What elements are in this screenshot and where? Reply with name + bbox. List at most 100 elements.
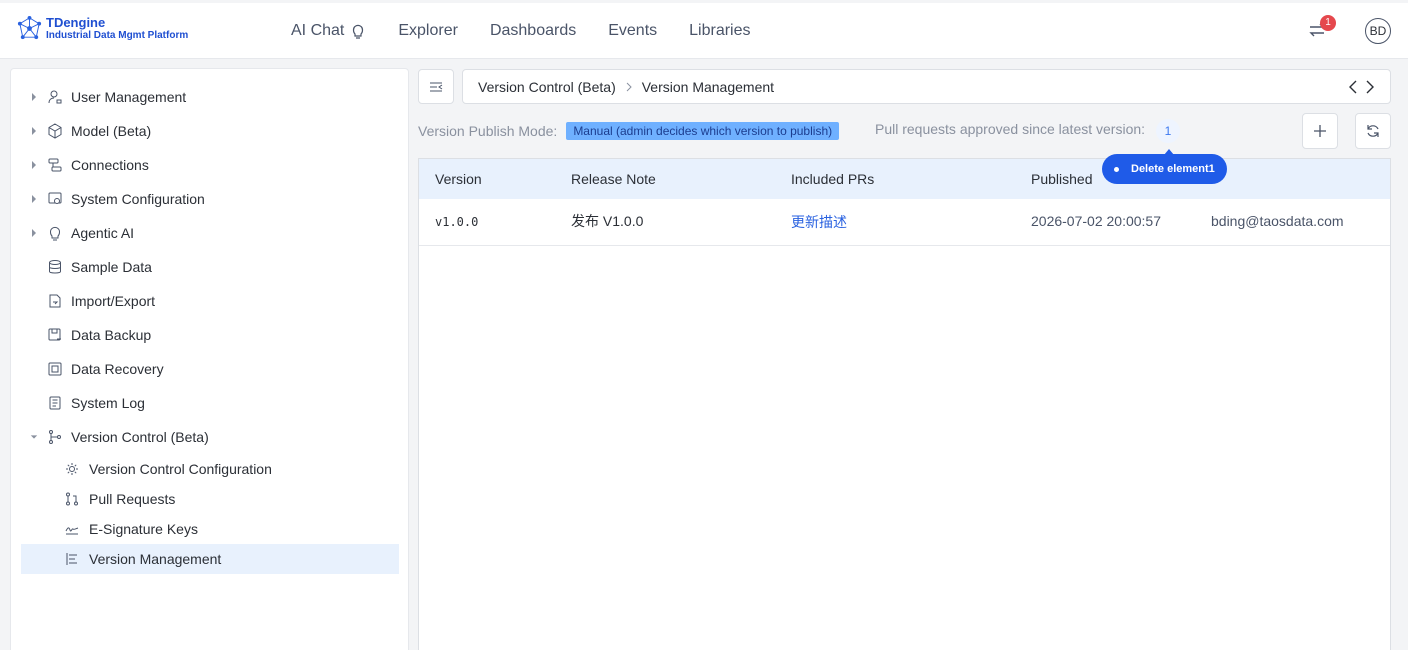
- collapse-sidebar-button[interactable]: [418, 69, 454, 104]
- signature-icon: [65, 527, 79, 535]
- nav-libraries[interactable]: Libraries: [689, 22, 750, 40]
- plus-icon: [1314, 125, 1326, 137]
- sidebar-item-label: Version Management: [89, 551, 222, 567]
- sidebar-subitem-e-signature-keys[interactable]: E-Signature Keys: [11, 514, 399, 544]
- chevron-right-icon[interactable]: [1364, 79, 1376, 95]
- caret-down-icon: [30, 435, 38, 439]
- table-header: Version Release Note Included PRs Publis…: [419, 159, 1390, 199]
- tdengine-logo-icon: [17, 15, 42, 40]
- brand-subtitle: Industrial Data Mgmt Platform: [46, 30, 189, 41]
- cell-version: v1.0.0: [435, 215, 479, 229]
- breadcrumb: Version Control (Beta) Version Managemen…: [462, 69, 1391, 104]
- sidebar-item-data-recovery[interactable]: Data Recovery: [11, 354, 399, 384]
- chevron-right-icon: [626, 82, 632, 91]
- approved-pr-label: Pull requests approved since latest vers…: [875, 121, 1146, 137]
- sidebar-item-label: Data Recovery: [71, 361, 164, 377]
- sidebar-item-label: Model (Beta): [71, 123, 152, 139]
- backup-icon: [48, 328, 61, 341]
- list-icon: [66, 553, 77, 565]
- sidebar-item-import-export[interactable]: Import/Export: [11, 286, 399, 316]
- bullet-dot-icon: [1114, 166, 1119, 172]
- sidebar-item-system-log[interactable]: System Log: [11, 388, 399, 418]
- delete-element-tooltip[interactable]: Delete element1: [1102, 149, 1227, 184]
- lightbulb-icon: [353, 24, 364, 39]
- column-release-note: Release Note: [571, 171, 656, 187]
- nav-ai-chat[interactable]: AI Chat: [291, 22, 366, 40]
- avatar[interactable]: BD: [1365, 18, 1391, 44]
- column-included-prs: Included PRs: [791, 171, 875, 187]
- sidebar-item-model[interactable]: Model (Beta): [11, 116, 399, 146]
- sidebar-item-system-configuration[interactable]: System Configuration: [11, 184, 399, 214]
- nav-explorer[interactable]: Explorer: [398, 22, 458, 40]
- connections-icon: [48, 158, 62, 172]
- sidebar-item-label: Sample Data: [71, 259, 152, 275]
- brand-title: TDengine: [46, 15, 106, 30]
- cell-release-note: 发布 V1.0.0: [571, 213, 644, 229]
- caret-right-icon: [32, 161, 36, 169]
- sidebar-item-label: Version Control (Beta): [71, 429, 209, 445]
- sidebar-item-label: System Log: [71, 395, 145, 411]
- column-published: Published: [1031, 171, 1093, 187]
- sidebar-item-label: Version Control Configuration: [89, 461, 272, 477]
- sidebar-item-user-management[interactable]: User Management: [11, 82, 399, 112]
- sidebar-item-data-backup[interactable]: Data Backup: [11, 320, 399, 350]
- system-config-icon: [48, 192, 62, 204]
- nav-dashboards[interactable]: Dashboards: [490, 22, 576, 40]
- sidebar-item-label: User Management: [71, 89, 187, 105]
- nav-ai-chat-label: AI Chat: [291, 22, 345, 39]
- add-version-button[interactable]: [1302, 113, 1338, 149]
- log-icon: [49, 396, 61, 410]
- sidebar-item-agentic-ai[interactable]: Agentic AI: [11, 218, 399, 248]
- cell-included-prs-link[interactable]: 更新描述: [791, 212, 847, 232]
- notification-badge: 1: [1320, 15, 1336, 31]
- sidebar: User Management Model (Beta) Connections…: [10, 68, 409, 650]
- chevron-left-icon[interactable]: [1347, 79, 1359, 95]
- recovery-icon: [48, 362, 62, 376]
- refresh-button[interactable]: [1355, 113, 1391, 149]
- sidebar-item-label: Agentic AI: [71, 225, 135, 241]
- table-row: v1.0.0 发布 V1.0.0 更新描述 2026-07-02 20:00:5…: [419, 199, 1390, 246]
- brand-logo[interactable]: TDengine Industrial Data Mgmt Platform: [16, 15, 188, 42]
- sidebar-subitem-pull-requests[interactable]: Pull Requests: [11, 484, 399, 514]
- lightbulb-icon: [50, 226, 60, 241]
- database-icon: [49, 260, 61, 274]
- notifications-button[interactable]: 1: [1308, 15, 1336, 41]
- approved-pr-count[interactable]: 1: [1156, 119, 1180, 143]
- publish-mode-label: Version Publish Mode:: [418, 123, 558, 139]
- sidebar-subitem-version-management[interactable]: Version Management: [21, 544, 399, 574]
- sidebar-item-label: Pull Requests: [89, 491, 176, 507]
- column-version: Version: [435, 171, 482, 187]
- publish-mode-tag: Manual (admin decides which version to p…: [566, 122, 840, 140]
- cube-icon: [48, 123, 62, 139]
- breadcrumb-current: Version Management: [641, 78, 775, 95]
- breadcrumb-parent[interactable]: Version Control (Beta): [478, 79, 616, 95]
- top-header: TDengine Industrial Data Mgmt Platform A…: [0, 3, 1408, 59]
- sidebar-item-label: Import/Export: [71, 293, 156, 309]
- refresh-icon: [1367, 125, 1379, 137]
- gear-icon: [66, 463, 78, 475]
- sidebar-item-label: System Configuration: [71, 191, 205, 207]
- sidebar-item-version-control[interactable]: Version Control (Beta): [11, 422, 399, 452]
- sidebar-item-label: Connections: [71, 157, 149, 173]
- caret-right-icon: [32, 229, 36, 237]
- caret-right-icon: [32, 93, 36, 101]
- nav-events[interactable]: Events: [608, 22, 657, 40]
- caret-right-icon: [32, 195, 36, 203]
- version-table: Version Release Note Included PRs Publis…: [418, 158, 1391, 650]
- pull-request-icon: [66, 492, 78, 506]
- sidebar-item-label: Data Backup: [71, 327, 152, 343]
- import-export-icon: [49, 294, 61, 308]
- publish-mode-row: Version Publish Mode: Manual (admin deci…: [418, 121, 840, 141]
- caret-right-icon: [32, 127, 36, 135]
- sidebar-item-label: E-Signature Keys: [89, 521, 198, 537]
- cell-published-time: 2026-07-02 20:00:57: [1031, 213, 1161, 229]
- branch-icon: [49, 430, 61, 444]
- collapse-menu-icon: [430, 82, 443, 91]
- sidebar-item-sample-data[interactable]: Sample Data: [11, 252, 399, 282]
- cell-published-by: bding@taosdata.com: [1211, 213, 1344, 229]
- tooltip-label: Delete element1: [1131, 163, 1215, 175]
- user-lock-icon: [48, 90, 62, 104]
- breadcrumb-nav: [1342, 79, 1376, 95]
- sidebar-subitem-version-control-configuration[interactable]: Version Control Configuration: [11, 454, 399, 484]
- sidebar-item-connections[interactable]: Connections: [11, 150, 399, 180]
